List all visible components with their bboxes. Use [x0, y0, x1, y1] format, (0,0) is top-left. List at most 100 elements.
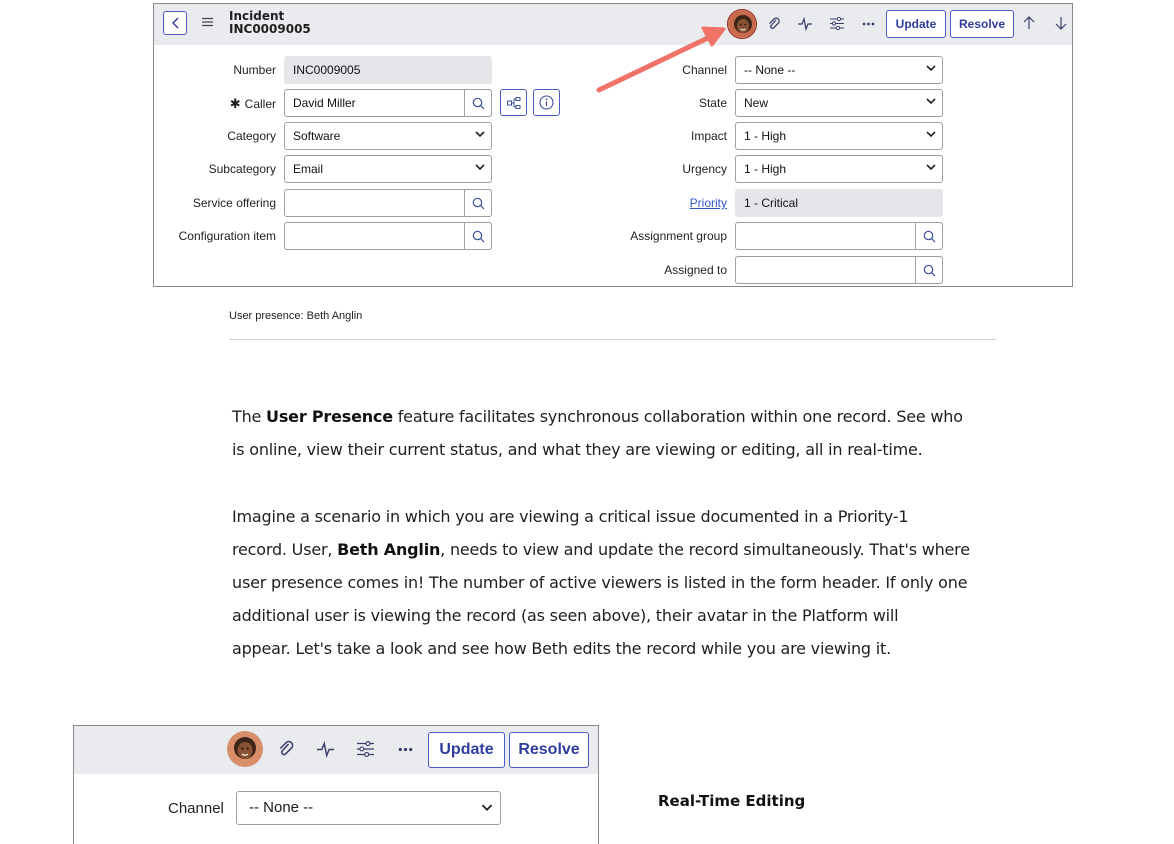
divider	[229, 339, 996, 340]
search-icon	[923, 230, 936, 243]
form-record-number: INC0009005	[229, 22, 311, 36]
text-span: feature facilitates synchronous collabor…	[392, 407, 963, 426]
update-button[interactable]: Update	[886, 10, 946, 38]
chevron-down-icon	[926, 131, 936, 138]
chevron-down-icon	[926, 98, 936, 105]
search-icon	[472, 97, 485, 110]
impact-value: 1 - High	[744, 129, 787, 143]
subcategory-label: Subcategory	[208, 162, 276, 176]
impact-label: Impact	[690, 129, 727, 143]
configuration-item-label: Configuration item	[178, 229, 276, 243]
hamburger-menu-icon[interactable]	[202, 17, 213, 27]
zoomed-form-screenshot: Update Resolve Channel -- None --	[73, 725, 599, 844]
section-heading: Real-Time Editing	[658, 792, 806, 810]
paragraph-line: additional user is viewing the record (a…	[232, 606, 899, 625]
priority-link[interactable]: Priority	[690, 196, 727, 210]
search-icon	[472, 197, 485, 210]
settings-sliders-icon[interactable]	[830, 17, 844, 30]
info-button[interactable]	[533, 89, 560, 116]
assigned-to-field[interactable]	[735, 256, 943, 284]
paragraph-line: user presence comes in! The number of ac…	[232, 573, 968, 592]
arrow-up-icon[interactable]	[1023, 16, 1035, 30]
urgency-value: 1 - High	[744, 162, 787, 176]
paragraph-line: record. User, Beth Anglin, needs to view…	[232, 533, 1002, 566]
back-button[interactable]	[163, 11, 187, 35]
service-offering-lookup-button[interactable]	[464, 189, 492, 217]
channel-label: Channel	[682, 63, 727, 77]
form-title: Incident INC0009005	[229, 10, 311, 36]
more-icon[interactable]	[862, 22, 875, 26]
state-value: New	[744, 96, 769, 110]
service-offering-field[interactable]	[284, 189, 492, 217]
subcategory-value: Email	[293, 162, 324, 176]
activity-icon[interactable]	[798, 17, 812, 31]
chevron-down-icon	[926, 164, 936, 171]
assignment-group-label: Assignment group	[630, 229, 727, 243]
number-label: Number	[233, 63, 276, 77]
paragraph-line: Imagine a scenario in which you are view…	[232, 507, 909, 526]
arrow-down-icon[interactable]	[1055, 16, 1067, 30]
state-select[interactable]: New	[735, 89, 943, 117]
search-icon	[472, 230, 485, 243]
chevron-down-icon	[475, 164, 485, 171]
caller-label: ✱ Caller	[230, 96, 276, 112]
channel-value: -- None --	[744, 63, 796, 77]
back-icon	[172, 17, 179, 29]
avatar-image	[728, 10, 756, 38]
text-span: record. User,	[232, 540, 338, 559]
figure-caption: User presence: Beth Anglin	[229, 310, 363, 322]
resolve-button[interactable]: Resolve	[950, 10, 1014, 38]
category-label: Category	[227, 129, 276, 143]
more-icon[interactable]	[398, 747, 413, 752]
channel-value: -- None --	[249, 799, 314, 816]
activity-icon[interactable]	[317, 741, 334, 758]
settings-sliders-icon[interactable]	[357, 741, 374, 757]
text-span: The	[232, 407, 267, 426]
caller-lookup-button[interactable]	[464, 89, 492, 117]
caller-label-text: Caller	[244, 97, 276, 111]
user-avatar[interactable]	[727, 9, 757, 39]
priority-field: 1 - Critical	[735, 189, 943, 217]
configuration-item-lookup-button[interactable]	[464, 222, 492, 250]
category-select[interactable]: Software	[284, 122, 492, 150]
service-offering-label: Service offering	[192, 196, 276, 210]
channel-label: Channel	[168, 800, 224, 817]
paragraph-line: appear. Let's take a look and see how Be…	[232, 639, 891, 658]
text-span: , needs to view and update the record si…	[440, 540, 970, 559]
caller-value: David Miller	[293, 96, 356, 110]
number-field: INC0009005	[284, 56, 492, 84]
form-header: Update Resolve	[74, 726, 598, 774]
chevron-down-icon	[475, 131, 485, 138]
bold-term: Beth Anglin	[337, 540, 441, 559]
update-button[interactable]: Update	[428, 732, 505, 768]
avatar-image	[227, 731, 263, 767]
required-marker: ✱	[229, 96, 241, 111]
incident-form-screenshot: Incident INC0009005 Update Resolve Numbe…	[153, 3, 1073, 287]
paragraph-user-presence: The User Presence feature facilitates sy…	[232, 400, 1002, 466]
urgency-label: Urgency	[682, 162, 727, 176]
paragraph-line: The User Presence feature facilitates sy…	[232, 400, 1002, 433]
chevron-down-icon	[926, 65, 936, 72]
channel-select[interactable]: -- None --	[236, 791, 501, 825]
caller-field[interactable]: David Miller	[284, 89, 492, 117]
paperclip-icon[interactable]	[277, 740, 295, 758]
subcategory-select[interactable]: Email	[284, 155, 492, 183]
urgency-select[interactable]: 1 - High	[735, 155, 943, 183]
resolve-button[interactable]: Resolve	[509, 732, 589, 768]
user-avatar[interactable]	[227, 731, 263, 767]
paperclip-icon[interactable]	[767, 17, 781, 31]
dependency-icon	[507, 97, 521, 109]
chevron-down-icon	[481, 804, 493, 812]
bold-term: User Presence	[266, 407, 393, 426]
paragraph-line: is online, view their current status, an…	[232, 440, 923, 459]
state-label: State	[698, 96, 727, 110]
configuration-item-field[interactable]	[284, 222, 492, 250]
assigned-to-label: Assigned to	[664, 263, 727, 277]
paragraph-scenario: Imagine a scenario in which you are view…	[232, 500, 1002, 665]
assignment-group-field[interactable]	[735, 222, 943, 250]
show-related-button[interactable]	[500, 89, 527, 116]
channel-select[interactable]: -- None --	[735, 56, 943, 84]
assigned-to-lookup-button[interactable]	[915, 256, 943, 284]
assignment-group-lookup-button[interactable]	[915, 222, 943, 250]
impact-select[interactable]: 1 - High	[735, 122, 943, 150]
